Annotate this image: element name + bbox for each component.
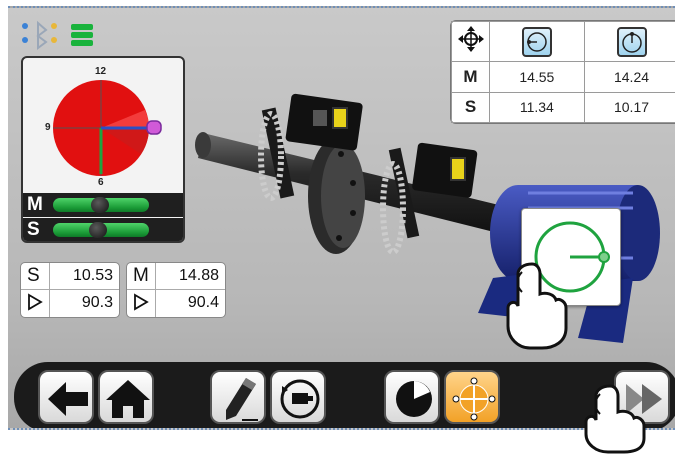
readout-m-angle-row: 90.4 xyxy=(127,290,225,317)
rotate-machine-button[interactable] xyxy=(270,370,326,424)
clock-label-9: 9 xyxy=(45,122,51,133)
edit-button[interactable] xyxy=(210,370,266,424)
vertical-view-icon xyxy=(616,26,647,57)
readout-s-angle: 90.3 xyxy=(81,294,113,311)
level-s-bubble xyxy=(89,222,107,238)
angle-panel: 12 9 6 M S xyxy=(21,56,185,243)
angle-icon xyxy=(28,293,43,311)
back-button[interactable] xyxy=(38,370,94,424)
level-s-label: S xyxy=(27,219,40,240)
readout-m-separator xyxy=(155,263,156,317)
clock-label-12: 12 xyxy=(95,66,107,77)
home-button[interactable] xyxy=(98,370,154,424)
readout-m-key: M xyxy=(133,265,149,286)
level-m-label: M xyxy=(27,194,43,215)
horizontal-view-cell[interactable] xyxy=(489,21,585,62)
status-bar xyxy=(20,20,100,50)
readout-m-angle: 90.4 xyxy=(187,294,219,311)
move-icon xyxy=(457,26,484,52)
clock-mode-button[interactable] xyxy=(384,370,440,424)
readout-s-value-row: S 10.53 xyxy=(21,263,119,290)
app-screen: 12 9 6 M S M 14.55 14.24 S 11.34 10.17 S… xyxy=(8,6,675,430)
target-icon xyxy=(452,377,496,421)
readout-s-value: 10.53 xyxy=(72,267,113,284)
vertical-view-cell[interactable] xyxy=(583,21,675,62)
pen-icon xyxy=(226,378,258,421)
readout-s: S 10.53 90.3 xyxy=(20,262,120,318)
pointer-hand-icon xyxy=(584,384,646,454)
arrow-left-icon xyxy=(48,382,88,416)
readout-m-value-row: M 14.88 xyxy=(127,263,225,290)
level-s: S xyxy=(23,218,183,241)
target-mode-button[interactable] xyxy=(444,370,500,424)
move-icon-cell[interactable] xyxy=(451,21,490,62)
rotate-machine-icon xyxy=(280,379,320,419)
clock-mode-icon xyxy=(396,381,432,417)
readout-s-key: S xyxy=(27,265,40,286)
readout-s-separator xyxy=(49,263,50,317)
readout-s-angle-row: 90.3 xyxy=(21,290,119,317)
pointer-hand-icon xyxy=(506,262,568,350)
readout-m-value: 14.88 xyxy=(178,267,219,284)
readout-m: M 14.88 90.4 xyxy=(126,262,226,318)
battery-icon xyxy=(71,24,93,46)
angle-icon xyxy=(134,293,149,311)
clock-label-6: 6 xyxy=(98,177,104,188)
bottom-toolbar xyxy=(14,362,675,428)
home-icon xyxy=(106,380,150,418)
horizontal-view-icon xyxy=(521,26,552,57)
level-m-bubble xyxy=(91,197,109,213)
level-m: M xyxy=(23,193,183,217)
